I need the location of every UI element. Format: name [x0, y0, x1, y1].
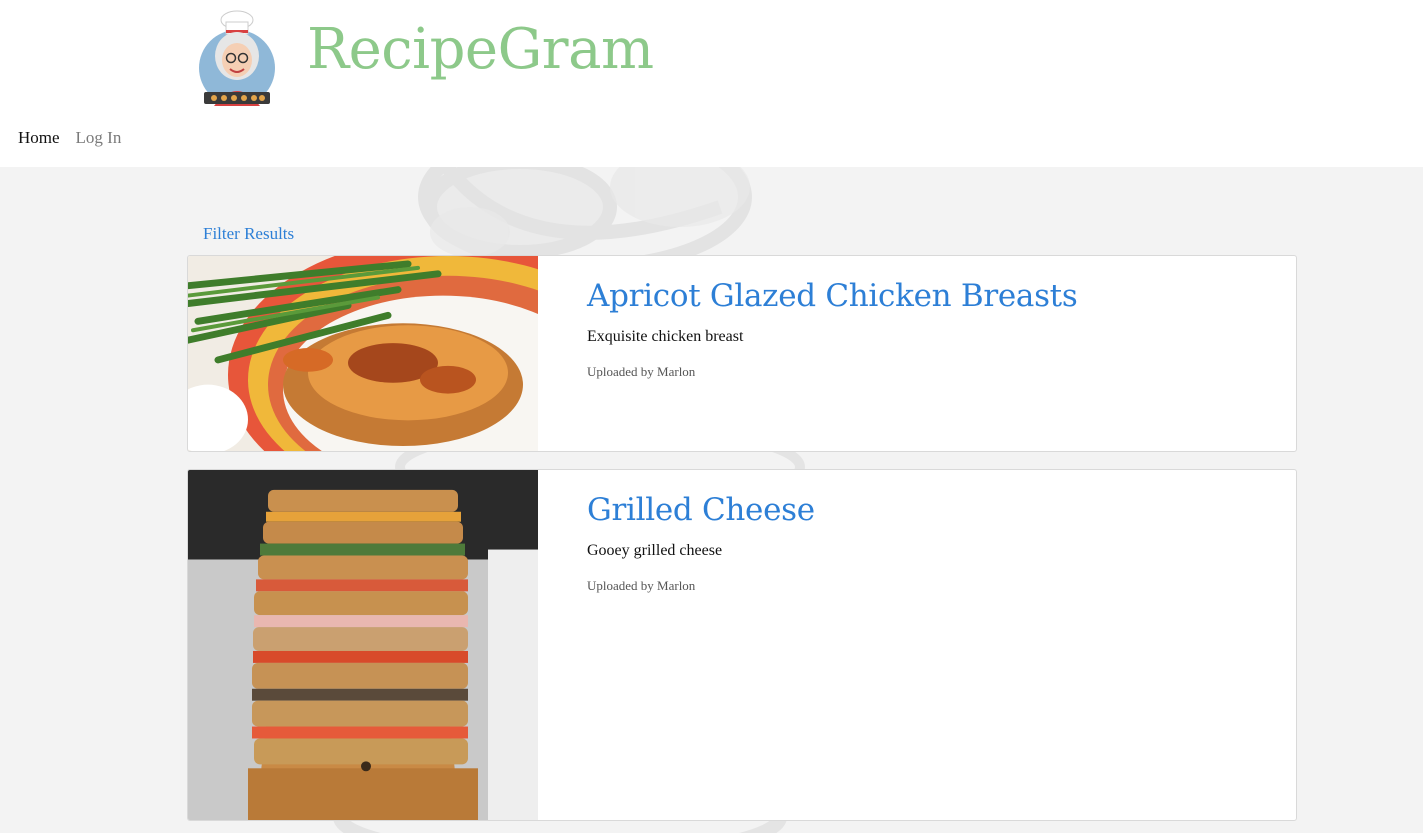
recipe-card[interactable]: Grilled Cheese Gooey grilled cheese Uplo… [187, 469, 1297, 821]
site-title[interactable]: RecipeGram [307, 14, 654, 86]
main-content: Filter Results Apricot Glazed Chicken Br… [0, 167, 1423, 833]
recipe-uploader: Uploaded by Marlon [587, 578, 696, 593]
stacked-grilled-cheese-photo[interactable] [188, 470, 538, 820]
chef-grandma-logo[interactable] [196, 10, 278, 112]
main-nav: Home Log In [18, 128, 121, 148]
recipe-description: Exquisite chicken breast [587, 328, 744, 345]
filter-results-link[interactable]: Filter Results [203, 224, 294, 244]
recipe-card-body: Grilled Cheese Gooey grilled cheese Uplo… [587, 490, 1276, 594]
recipe-title[interactable]: Apricot Glazed Chicken Breasts [587, 276, 1276, 316]
recipe-card-body: Apricot Glazed Chicken Breasts Exquisite… [587, 276, 1276, 380]
recipe-card[interactable]: Apricot Glazed Chicken Breasts Exquisite… [187, 255, 1297, 452]
recipe-title[interactable]: Grilled Cheese [587, 490, 1276, 530]
recipe-uploader: Uploaded by Marlon [587, 364, 696, 379]
recipe-description: Gooey grilled cheese [587, 542, 723, 559]
site-header: RecipeGram Home Log In [0, 0, 1423, 167]
nav-home-link[interactable]: Home [18, 128, 60, 148]
nav-login-link[interactable]: Log In [76, 128, 122, 148]
chicken-green-beans-photo[interactable] [188, 256, 538, 451]
